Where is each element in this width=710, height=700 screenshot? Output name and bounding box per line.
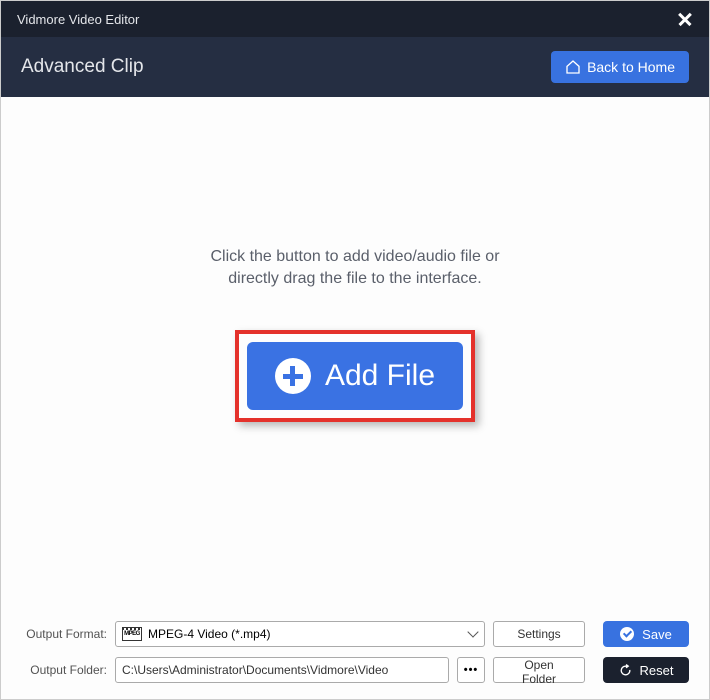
output-format-row: Output Format: MPEG MPEG-4 Video (*.mp4)… bbox=[21, 621, 689, 647]
reset-label: Reset bbox=[640, 663, 674, 678]
back-to-home-button[interactable]: Back to Home bbox=[551, 51, 689, 83]
output-folder-value: C:\Users\Administrator\Documents\Vidmore… bbox=[122, 663, 388, 677]
app-title: Vidmore Video Editor bbox=[17, 12, 139, 27]
page-title: Advanced Clip bbox=[21, 56, 144, 78]
output-folder-label: Output Folder: bbox=[21, 663, 107, 677]
home-icon bbox=[565, 59, 581, 75]
mpeg-icon: MPEG bbox=[122, 627, 142, 641]
output-format-select[interactable]: MPEG MPEG-4 Video (*.mp4) bbox=[115, 621, 485, 647]
main-drop-area[interactable]: Click the button to add video/audio file… bbox=[1, 97, 709, 611]
check-icon bbox=[620, 627, 634, 641]
chevron-down-icon bbox=[468, 629, 478, 639]
open-folder-button[interactable]: Open Folder bbox=[493, 657, 585, 683]
save-button[interactable]: Save bbox=[603, 621, 689, 647]
footer: Output Format: MPEG MPEG-4 Video (*.mp4)… bbox=[1, 611, 709, 699]
instruction-text: Click the button to add video/audio file… bbox=[210, 246, 499, 291]
app-window: Vidmore Video Editor Advanced Clip Back … bbox=[0, 0, 710, 700]
add-file-label: Add File bbox=[325, 359, 435, 393]
back-to-home-label: Back to Home bbox=[587, 59, 675, 75]
add-file-button[interactable]: Add File bbox=[247, 342, 463, 410]
output-folder-field[interactable]: C:\Users\Administrator\Documents\Vidmore… bbox=[115, 657, 449, 683]
browse-folder-button[interactable]: ••• bbox=[457, 657, 485, 683]
add-file-highlight-box: Add File bbox=[235, 330, 475, 422]
instruction-line1: Click the button to add video/audio file… bbox=[210, 246, 499, 268]
output-format-label: Output Format: bbox=[21, 627, 107, 641]
save-label: Save bbox=[642, 627, 672, 642]
output-folder-row: Output Folder: C:\Users\Administrator\Do… bbox=[21, 657, 689, 683]
titlebar: Vidmore Video Editor bbox=[1, 1, 709, 37]
reset-button[interactable]: Reset bbox=[603, 657, 689, 683]
close-icon[interactable] bbox=[677, 11, 693, 27]
header: Advanced Clip Back to Home bbox=[1, 37, 709, 97]
refresh-icon bbox=[619, 664, 632, 677]
settings-button[interactable]: Settings bbox=[493, 621, 585, 647]
instruction-line2: directly drag the file to the interface. bbox=[210, 268, 499, 290]
output-format-value: MPEG-4 Video (*.mp4) bbox=[148, 627, 271, 641]
plus-icon bbox=[275, 358, 311, 394]
